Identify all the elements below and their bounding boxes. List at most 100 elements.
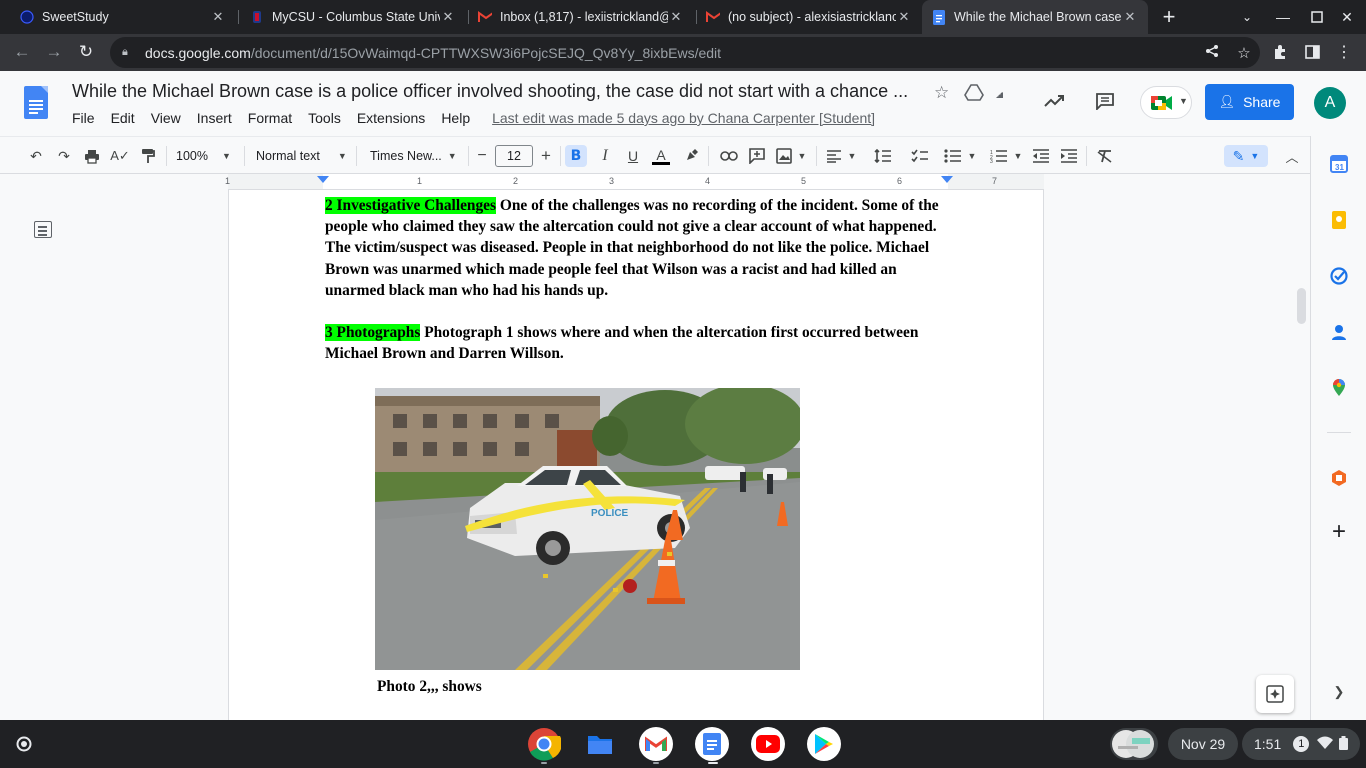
document-title[interactable]: While the Michael Brown case is a police… bbox=[72, 81, 930, 102]
keep-icon[interactable] bbox=[1329, 210, 1349, 230]
left-indent-marker[interactable] bbox=[317, 176, 329, 183]
explore-button[interactable] bbox=[1256, 675, 1294, 713]
tab-sweetstudy[interactable]: SweetStudy ✕ bbox=[10, 0, 236, 34]
maximize-icon[interactable] bbox=[1300, 0, 1334, 34]
bookmark-star-icon[interactable]: ☆ bbox=[1228, 44, 1260, 62]
launcher-icon[interactable] bbox=[8, 728, 40, 760]
close-icon[interactable]: ✕ bbox=[896, 9, 912, 25]
photo-caption[interactable]: Photo 2,,, shows bbox=[377, 678, 482, 696]
tab-mycsu[interactable]: MyCSU - Columbus State Univ ✕ bbox=[240, 0, 466, 34]
zoom-select[interactable]: 100% ▼ bbox=[176, 145, 236, 167]
spellcheck-icon[interactable]: A✓ bbox=[110, 145, 130, 167]
align-left-icon[interactable]: ▼ bbox=[824, 145, 858, 167]
share-button[interactable]: 👤︎ Share bbox=[1205, 84, 1294, 120]
increase-indent-icon[interactable] bbox=[1058, 145, 1080, 167]
star-icon[interactable]: ☆ bbox=[934, 83, 949, 103]
get-addons-plus-icon[interactable]: + bbox=[1329, 518, 1349, 545]
side-panel-icon[interactable] bbox=[1298, 38, 1326, 66]
numbered-list-icon[interactable]: 1 2 3 ▼ bbox=[986, 145, 1026, 167]
underline-icon[interactable]: U bbox=[622, 145, 644, 167]
menu-extensions[interactable]: Extensions bbox=[349, 110, 433, 126]
redo-icon[interactable]: ↷ bbox=[54, 145, 74, 167]
crime-scene-photo[interactable]: POLICE bbox=[375, 388, 800, 670]
avatar[interactable]: A bbox=[1314, 87, 1346, 119]
paint-format-icon[interactable] bbox=[138, 145, 158, 167]
youtube-icon[interactable] bbox=[751, 727, 785, 761]
cloud-status-icon[interactable]: ☁︎ bbox=[995, 83, 1003, 103]
move-to-drive-icon[interactable] bbox=[964, 83, 984, 106]
tab-search-chevron-icon[interactable]: ⌄ bbox=[1230, 0, 1264, 34]
decrease-indent-icon[interactable] bbox=[1030, 145, 1052, 167]
reload-icon[interactable]: ↻ bbox=[72, 38, 100, 66]
menu-format[interactable]: Format bbox=[240, 110, 300, 126]
maps-icon[interactable] bbox=[1329, 378, 1349, 398]
share-icon[interactable] bbox=[1196, 44, 1228, 62]
italic-icon[interactable]: I bbox=[594, 145, 616, 167]
paragraph-investigative-challenges[interactable]: 2 Investigative Challenges One of the ch… bbox=[325, 195, 949, 301]
horizontal-ruler[interactable]: 1 1 2 3 4 5 6 7 bbox=[225, 174, 1044, 190]
close-window-button[interactable]: ✕ bbox=[1330, 0, 1364, 34]
play-store-icon[interactable] bbox=[807, 727, 841, 761]
vertical-scrollbar[interactable] bbox=[1297, 288, 1306, 324]
extensions-puzzle-icon[interactable] bbox=[1266, 38, 1294, 66]
bold-icon[interactable]: B bbox=[565, 145, 587, 167]
text-color-icon[interactable]: A bbox=[650, 145, 672, 167]
menu-help[interactable]: Help bbox=[433, 110, 478, 126]
tasks-icon[interactable] bbox=[1329, 266, 1349, 286]
add-comment-icon[interactable] bbox=[746, 145, 768, 167]
bulleted-list-icon[interactable]: ▼ bbox=[940, 145, 980, 167]
comment-history-icon[interactable] bbox=[1095, 92, 1115, 115]
date-tray[interactable]: Nov 29 bbox=[1168, 728, 1238, 760]
increase-font-size-button[interactable]: + bbox=[536, 145, 556, 167]
clear-formatting-icon[interactable] bbox=[1094, 145, 1116, 167]
close-icon[interactable]: ✕ bbox=[668, 9, 684, 25]
tab-gmail-inbox[interactable]: Inbox (1,817) - lexiistrickland@ ✕ bbox=[468, 0, 694, 34]
meet-button[interactable]: ▼ bbox=[1140, 86, 1192, 119]
status-tray[interactable]: 1:51 1 bbox=[1242, 728, 1360, 760]
docs-icon[interactable] bbox=[695, 727, 729, 761]
font-size-input[interactable]: 12 bbox=[495, 145, 533, 167]
paragraph-photographs[interactable]: 3 Photographs Photograph 1 shows where a… bbox=[325, 322, 949, 364]
tab-google-doc[interactable]: While the Michael Brown case ✕ bbox=[922, 0, 1148, 34]
print-icon[interactable] bbox=[82, 145, 102, 167]
right-indent-marker[interactable] bbox=[941, 176, 953, 183]
new-tab-button[interactable]: + bbox=[1152, 0, 1186, 34]
paragraph-style-select[interactable]: Normal text ▼ bbox=[252, 145, 348, 167]
undo-icon[interactable]: ↶ bbox=[26, 145, 46, 167]
tab-gmail-message[interactable]: (no subject) - alexisiastricklanc ✕ bbox=[696, 0, 922, 34]
menu-insert[interactable]: Insert bbox=[189, 110, 240, 126]
insert-image-icon[interactable]: ▼ bbox=[774, 145, 808, 167]
checklist-icon[interactable] bbox=[908, 145, 932, 167]
close-icon[interactable]: ✕ bbox=[440, 9, 456, 25]
highlight-color-icon[interactable] bbox=[680, 145, 702, 167]
menu-tools[interactable]: Tools bbox=[300, 110, 349, 126]
browser-menu-icon[interactable]: ⋮ bbox=[1330, 38, 1358, 66]
document-outline-icon[interactable] bbox=[34, 221, 52, 238]
hide-menus-chevron-icon[interactable]: ︿ bbox=[1282, 145, 1302, 167]
line-spacing-icon[interactable] bbox=[872, 145, 894, 167]
docs-logo-icon[interactable] bbox=[24, 86, 48, 119]
back-arrow-icon[interactable]: ← bbox=[8, 38, 36, 66]
gmail-icon[interactable] bbox=[639, 727, 673, 761]
insert-link-icon[interactable] bbox=[718, 145, 740, 167]
close-icon[interactable]: ✕ bbox=[1122, 9, 1138, 25]
menu-view[interactable]: View bbox=[143, 110, 189, 126]
document-page[interactable]: 2 Investigative Challenges One of the ch… bbox=[228, 190, 1044, 720]
address-bar[interactable]: 🔒︎ docs.google.com/document/d/15OvWaimqd… bbox=[110, 37, 1260, 68]
chrome-icon[interactable] bbox=[527, 727, 561, 761]
menu-file[interactable]: File bbox=[64, 110, 103, 126]
activity-trend-icon[interactable] bbox=[1044, 93, 1065, 113]
decrease-font-size-button[interactable]: − bbox=[472, 145, 492, 167]
forward-arrow-icon[interactable]: → bbox=[40, 38, 68, 66]
last-edit-link[interactable]: Last edit was made 5 days ago by Chana C… bbox=[484, 110, 883, 126]
show-side-panel-chevron-icon[interactable]: ❯ bbox=[1329, 682, 1349, 702]
close-icon[interactable]: ✕ bbox=[210, 9, 226, 25]
contacts-icon[interactable] bbox=[1329, 322, 1349, 342]
editing-mode-button[interactable]: ✎ ▼ bbox=[1224, 145, 1268, 167]
files-icon[interactable] bbox=[583, 727, 617, 761]
menu-edit[interactable]: Edit bbox=[103, 110, 143, 126]
font-family-select[interactable]: Times New... ▼ bbox=[366, 145, 462, 167]
calendar-icon[interactable]: 31 bbox=[1329, 154, 1349, 174]
office-addon-icon[interactable] bbox=[1329, 468, 1349, 488]
holding-space-thumbnail[interactable] bbox=[1110, 728, 1158, 760]
